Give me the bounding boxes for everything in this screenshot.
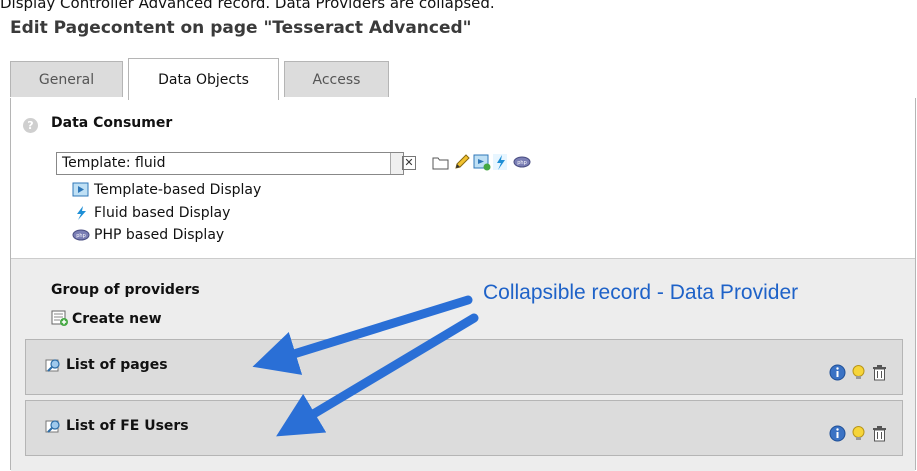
create-new-label: Create new (72, 310, 162, 327)
provider-record-list-of-pages[interactable]: List of pages (25, 339, 903, 395)
record-title: List of pages (66, 357, 168, 373)
tab-bar: General Data Objects Access (10, 58, 915, 100)
option-fluid-display[interactable]: Fluid based Display (72, 205, 230, 221)
record-title: List of FE Users (66, 418, 189, 434)
tab-general[interactable]: General (10, 61, 123, 97)
help-icon[interactable]: ? (23, 118, 38, 133)
option-label: Template-based Display (94, 182, 262, 198)
data-consumer-select[interactable]: Template: fluid (56, 152, 404, 175)
fluid-icon (77, 206, 86, 220)
fluid-add-icon[interactable] (493, 153, 507, 171)
svg-text:php: php (517, 160, 527, 166)
php-add-icon[interactable]: php (513, 153, 531, 171)
record-actions (829, 425, 888, 442)
annotation-label: Collapsible record - Data Provider (483, 281, 799, 304)
trash-icon[interactable] (871, 425, 888, 442)
data-consumer-selected-value: Template: fluid (62, 155, 166, 171)
data-provider-icon (45, 420, 60, 433)
option-label: Fluid based Display (94, 205, 231, 221)
lightbulb-icon[interactable] (850, 425, 867, 442)
pencil-icon[interactable] (453, 153, 471, 171)
clear-selection-button[interactable]: ✕ (402, 156, 416, 170)
record-header[interactable]: List of FE Users (44, 417, 189, 435)
record-actions (829, 364, 888, 381)
info-icon[interactable] (829, 364, 846, 381)
record-header[interactable]: List of pages (44, 356, 168, 374)
page-title: Edit Pagecontent on page "Tesseract Adva… (10, 18, 472, 38)
data-provider-icon (45, 359, 60, 372)
create-new-icon (51, 310, 68, 326)
group-of-providers-label: Group of providers (51, 282, 200, 298)
info-icon[interactable] (829, 425, 846, 442)
option-template-display[interactable]: Template-based Display (72, 182, 261, 198)
create-new-button[interactable]: Create new (51, 310, 162, 327)
template-display-add-icon[interactable] (473, 153, 491, 171)
option-php-display[interactable]: php PHP based Display (72, 227, 224, 243)
option-label: PHP based Display (94, 227, 225, 243)
svg-text:php: php (76, 233, 86, 239)
tab-access[interactable]: Access (284, 61, 389, 97)
php-icon: php (72, 229, 90, 241)
provider-record-list-of-fe-users[interactable]: List of FE Users (25, 400, 903, 456)
data-consumer-label: Data Consumer (51, 115, 173, 131)
folder-icon[interactable] (432, 153, 449, 171)
lightbulb-icon[interactable] (850, 364, 867, 381)
template-display-icon (72, 182, 89, 197)
trash-icon[interactable] (871, 364, 888, 381)
caption-text: Display Controller Advanced record. Data… (0, 0, 495, 12)
data-consumer-section: ? Data Consumer Template: fluid ✕ php Te… (11, 98, 915, 258)
tab-data-objects[interactable]: Data Objects (128, 58, 279, 100)
